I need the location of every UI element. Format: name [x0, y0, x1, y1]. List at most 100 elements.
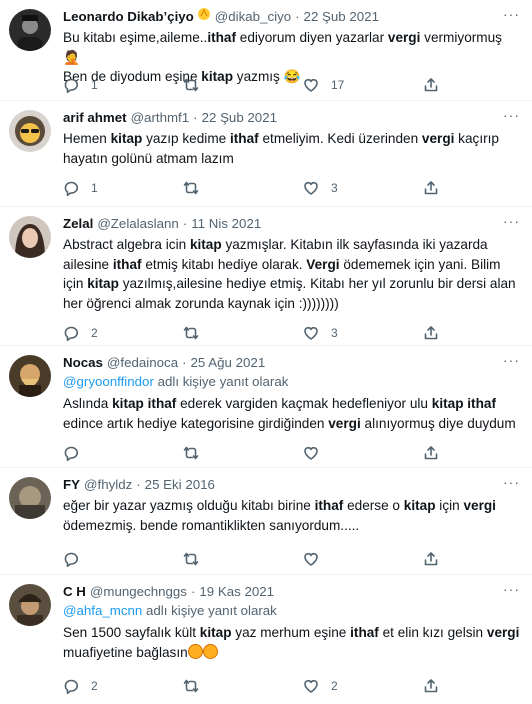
- share-icon: [424, 679, 438, 693]
- share-button[interactable]: [423, 178, 453, 198]
- sparkle-emoji-icon: [197, 7, 211, 27]
- heart-icon: [304, 553, 318, 566]
- text-segment: için: [435, 498, 464, 513]
- highlighted-keyword: ithaf: [314, 498, 344, 513]
- like-button[interactable]: 2: [303, 676, 423, 696]
- reply-context: @ahfa_mcnn adlı kişiye yanıt olarak: [63, 602, 520, 620]
- tweet[interactable]: C H @mungechnggs · 19 Kas 2021 ··· @ahfa…: [0, 575, 532, 704]
- tweet-date[interactable]: 25 Eki 2016: [145, 476, 215, 493]
- display-name[interactable]: Leonardo Dikab’çiyo: [63, 8, 194, 25]
- avatar[interactable]: [9, 355, 51, 397]
- user-handle[interactable]: @fedainoca: [107, 354, 178, 371]
- text-segment: vermiyormuş: [420, 30, 502, 45]
- retweet-icon: [183, 679, 199, 693]
- tweet-date[interactable]: 22 Şub 2021: [202, 109, 277, 126]
- reply-context: @gryoonffindor adlı kişiye yanıt olarak: [63, 373, 520, 391]
- reply-button[interactable]: [63, 443, 183, 463]
- reply-count: 1: [91, 78, 98, 92]
- avatar[interactable]: [9, 9, 51, 51]
- user-handle[interactable]: @fhyldz: [84, 476, 132, 493]
- retweet-button[interactable]: [183, 676, 303, 696]
- share-button[interactable]: [423, 75, 453, 95]
- avatar[interactable]: [9, 110, 51, 152]
- reply-context-label: adlı kişiye yanıt olarak: [142, 603, 277, 618]
- reply-count: 1: [91, 181, 98, 195]
- tweet[interactable]: FY @fhyldz · 25 Eki 2016 ··· eğer bir ya…: [0, 468, 532, 575]
- display-name[interactable]: Zelal: [63, 215, 93, 232]
- retweet-button[interactable]: [183, 75, 303, 95]
- tweet[interactable]: Nocas @fedainoca · 25 Ağu 2021 ··· @gryo…: [0, 346, 532, 468]
- heart-icon: [304, 680, 318, 693]
- tweet-date[interactable]: 22 Şub 2021: [304, 8, 379, 25]
- user-handle[interactable]: @arthmf1: [131, 109, 190, 126]
- reply-button[interactable]: 2: [63, 676, 183, 696]
- tweet-actions: [63, 549, 453, 569]
- reply-button[interactable]: 2: [63, 323, 183, 343]
- more-options-icon[interactable]: ···: [503, 6, 520, 23]
- reply-button[interactable]: [63, 549, 183, 569]
- like-button[interactable]: [303, 549, 423, 569]
- heart-icon: [304, 182, 318, 195]
- highlighted-keyword: kitap: [189, 237, 222, 252]
- text-segment: et elin kızı gelsin: [378, 625, 487, 640]
- tweet-actions: 2 3: [63, 323, 453, 343]
- retweet-button[interactable]: [183, 443, 303, 463]
- reply-context-label: adlı kişiye yanıt olarak: [153, 374, 289, 389]
- reply-icon: [64, 326, 79, 341]
- tweet-date[interactable]: 11 Nis 2021: [191, 215, 261, 232]
- tweet[interactable]: Zelal @Zelalaslann · 11 Nis 2021 ··· Abs…: [0, 207, 532, 346]
- reply-icon: [64, 552, 79, 567]
- retweet-icon: [183, 326, 199, 340]
- highlighted-keyword: kitap: [403, 498, 436, 513]
- reply-button[interactable]: 1: [63, 178, 183, 198]
- avatar[interactable]: [9, 216, 51, 258]
- retweet-icon: [183, 181, 199, 195]
- like-count: 17: [331, 78, 345, 92]
- text-segment: ediyorum diyen yazarlar: [236, 30, 388, 45]
- like-button[interactable]: 3: [303, 178, 423, 198]
- avatar[interactable]: [9, 477, 51, 519]
- heart-icon: [304, 327, 318, 340]
- tweet[interactable]: arif ahmet @arthmf1 · 22 Şub 2021 ··· He…: [0, 101, 532, 207]
- share-button[interactable]: [423, 676, 453, 696]
- tweet[interactable]: Leonardo Dikab’çiyo @dikab_ciyo · 22 Şub…: [0, 0, 532, 101]
- tweet-date[interactable]: 25 Ağu 2021: [191, 354, 266, 371]
- like-button[interactable]: [303, 443, 423, 463]
- retweet-button[interactable]: [183, 178, 303, 198]
- more-options-icon[interactable]: ···: [503, 352, 520, 369]
- text-segment: 🤦: [63, 49, 80, 65]
- separator: ·: [182, 355, 187, 370]
- like-button[interactable]: 3: [303, 323, 423, 343]
- retweet-button[interactable]: [183, 323, 303, 343]
- tweet-date[interactable]: 19 Kas 2021: [199, 583, 274, 600]
- reply-mention-link[interactable]: @ahfa_mcnn: [63, 603, 142, 618]
- more-options-icon[interactable]: ···: [503, 474, 520, 491]
- user-handle[interactable]: @Zelalaslann: [97, 215, 179, 232]
- reply-mention-link[interactable]: @gryoonffindor: [63, 374, 154, 389]
- share-icon: [424, 552, 438, 566]
- reply-icon: [64, 446, 79, 461]
- user-handle[interactable]: @dikab_ciyo: [215, 8, 291, 25]
- reply-icon: [64, 78, 79, 93]
- retweet-button[interactable]: [183, 549, 303, 569]
- display-name[interactable]: C H: [63, 583, 86, 600]
- display-name[interactable]: arif ahmet: [63, 109, 127, 126]
- display-name[interactable]: FY: [63, 476, 80, 493]
- more-options-icon[interactable]: ···: [503, 581, 520, 598]
- reply-button[interactable]: 1: [63, 75, 183, 95]
- share-button[interactable]: [423, 443, 453, 463]
- text-segment: edince artık hediye kategorisine girdiği…: [63, 415, 329, 431]
- like-button[interactable]: 17: [303, 75, 423, 95]
- text-segment: ödemezmiş. bende romantiklikten sanıyord…: [63, 517, 360, 533]
- text-segment: alınıyormuş diye duydum: [360, 415, 516, 431]
- user-handle[interactable]: @mungechnggs: [90, 583, 187, 600]
- avatar[interactable]: [9, 584, 51, 626]
- more-options-icon[interactable]: ···: [503, 107, 520, 124]
- share-button[interactable]: [423, 549, 453, 569]
- reply-icon: [64, 679, 79, 694]
- highlighted-keyword: Vergi: [306, 256, 340, 272]
- display-name[interactable]: Nocas: [63, 354, 103, 371]
- text-segment: Abstract algebra icin: [63, 237, 190, 252]
- share-button[interactable]: [423, 323, 453, 343]
- more-options-icon[interactable]: ···: [503, 213, 520, 230]
